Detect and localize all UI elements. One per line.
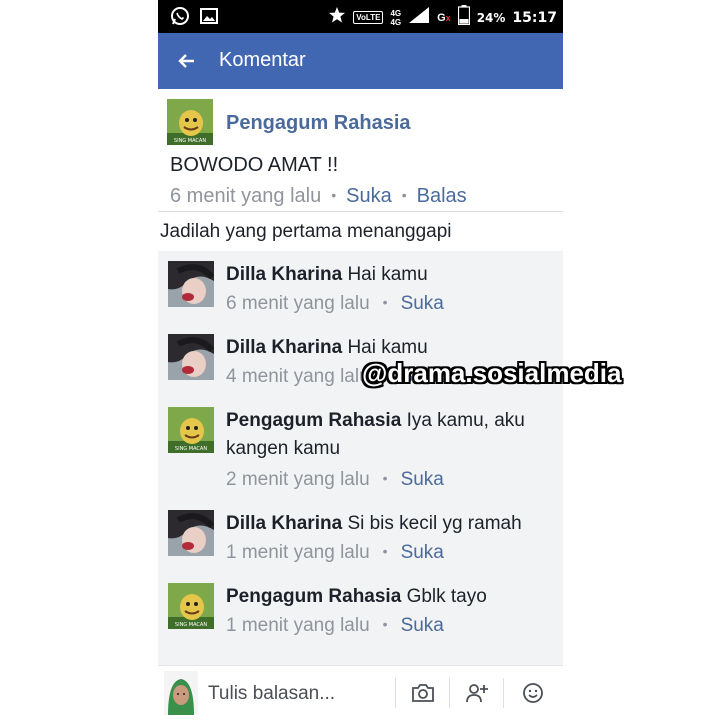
avatar-caption: SING MACAN — [175, 622, 207, 628]
reply-time: 1 menit yang lalu — [226, 615, 370, 636]
reply-meta: 6 menit yang lalu • Suka — [226, 293, 444, 315]
avatar-caption: SING MACAN — [174, 138, 206, 144]
like-button[interactable]: Suka — [346, 185, 392, 207]
battery-percent: 24% — [476, 10, 506, 25]
star-icon — [328, 6, 346, 29]
reply-time: 1 menit yang lalu — [226, 542, 370, 563]
avatar-dilla-kharina[interactable] — [168, 261, 214, 307]
comment-time: 6 menit yang lalu — [170, 185, 322, 207]
reply-time: 4 menit yang lalu — [226, 366, 370, 387]
emoji-button[interactable] — [520, 680, 546, 706]
add-friend-icon — [464, 684, 490, 710]
separator-dot: • — [401, 187, 407, 203]
app-bar: Komentar — [158, 33, 563, 89]
page-title: Komentar — [219, 49, 306, 71]
divider — [395, 678, 396, 708]
replies-list: Dilla Kharina Hai kamu 6 menit yang lalu… — [158, 251, 563, 665]
avatar-pengagum-rahasia[interactable]: SING MACAN — [167, 99, 213, 145]
network-type-top: 4G — [390, 8, 402, 18]
separator-dot: • — [382, 543, 388, 559]
camera-icon — [410, 684, 436, 710]
reply-text: Hai kamu — [347, 264, 428, 285]
comment-meta: 6 menit yang lalu • Suka • Balas — [170, 185, 467, 208]
first-reply-prompt: Jadilah yang pertama menanggapi — [160, 221, 452, 242]
camera-button[interactable] — [410, 680, 436, 706]
volte-badge: VoLTE — [353, 11, 384, 24]
reply-input[interactable]: Tulis balasan... — [208, 683, 335, 705]
gallery-icon — [200, 7, 218, 30]
like-button[interactable]: Suka — [401, 469, 444, 490]
reply-content: Pengagum Rahasia Iya kamu, aku kangen ka… — [226, 407, 546, 463]
reply-author[interactable]: Pengagum Rahasia — [226, 410, 401, 431]
separator-dot: • — [331, 187, 337, 203]
parent-comment: SING MACAN Pengagum Rahasia BOWODO AMAT … — [158, 89, 563, 212]
emoji-icon — [520, 683, 546, 710]
reply-meta: 2 menit yang lalu • Suka — [226, 469, 444, 491]
reply-time: 6 menit yang lalu — [226, 293, 370, 314]
like-button[interactable]: Suka — [401, 615, 444, 636]
comment-text: BOWODO AMAT !! — [170, 154, 339, 176]
reply-content: Pengagum Rahasia Gblk tayo — [226, 583, 546, 611]
reply-text: Gblk tayo — [406, 586, 487, 607]
divider — [503, 678, 504, 708]
separator-dot: • — [382, 616, 388, 632]
network-type-bottom: 4G — [390, 17, 402, 27]
status-bar: VoLTE 4G 4G Gx 24% 15:17 — [158, 0, 563, 33]
like-button[interactable]: Suka — [401, 542, 444, 563]
reply-meta: 1 menit yang lalu • Suka — [226, 542, 444, 564]
reply-meta: 1 menit yang lalu • Suka — [226, 615, 444, 637]
reply-author[interactable]: Pengagum Rahasia — [226, 586, 401, 607]
back-button[interactable] — [176, 50, 198, 72]
g-network-x: x — [445, 12, 451, 23]
avatar-caption: SING MACAN — [175, 446, 207, 452]
reply-time: 2 menit yang lalu — [226, 469, 370, 490]
network-type: 4G 4G — [390, 9, 401, 27]
avatar-pengagum-rahasia[interactable]: SING MACAN — [168, 407, 214, 453]
comment-author[interactable]: Pengagum Rahasia — [226, 112, 411, 135]
separator-dot: • — [382, 470, 388, 486]
reply-author[interactable]: Dilla Kharina — [226, 513, 342, 534]
battery-icon — [457, 5, 470, 30]
clock: 15:17 — [512, 9, 557, 26]
reply-content: Dilla Kharina Si bis kecil yg ramah — [226, 510, 546, 538]
reply-text: Hai kamu — [347, 337, 428, 358]
reply-author[interactable]: Dilla Kharina — [226, 337, 342, 358]
g-network: Gx — [437, 12, 451, 24]
current-user-avatar — [164, 671, 198, 715]
reply-text: Si bis kecil yg ramah — [347, 513, 522, 534]
whatsapp-icon — [170, 6, 190, 31]
avatar-dilla-kharina[interactable] — [168, 334, 214, 380]
g-network-label: G — [437, 11, 446, 24]
separator-dot: • — [382, 294, 388, 310]
reply-button[interactable]: Balas — [417, 185, 467, 207]
avatar-pengagum-rahasia[interactable]: SING MACAN — [168, 583, 214, 629]
divider — [158, 211, 563, 212]
arrow-left-icon — [176, 54, 198, 76]
like-button[interactable]: Suka — [401, 293, 444, 314]
avatar-dilla-kharina[interactable] — [168, 510, 214, 556]
reply-content: Dilla Kharina Hai kamu — [226, 261, 546, 289]
reply-composer: Tulis balasan... — [158, 665, 563, 720]
tag-friend-button[interactable] — [464, 680, 490, 706]
reply-author[interactable]: Dilla Kharina — [226, 264, 342, 285]
watermark-text: @drama.sosialmedia — [362, 358, 622, 388]
signal-icon — [408, 6, 430, 29]
divider — [449, 678, 450, 708]
